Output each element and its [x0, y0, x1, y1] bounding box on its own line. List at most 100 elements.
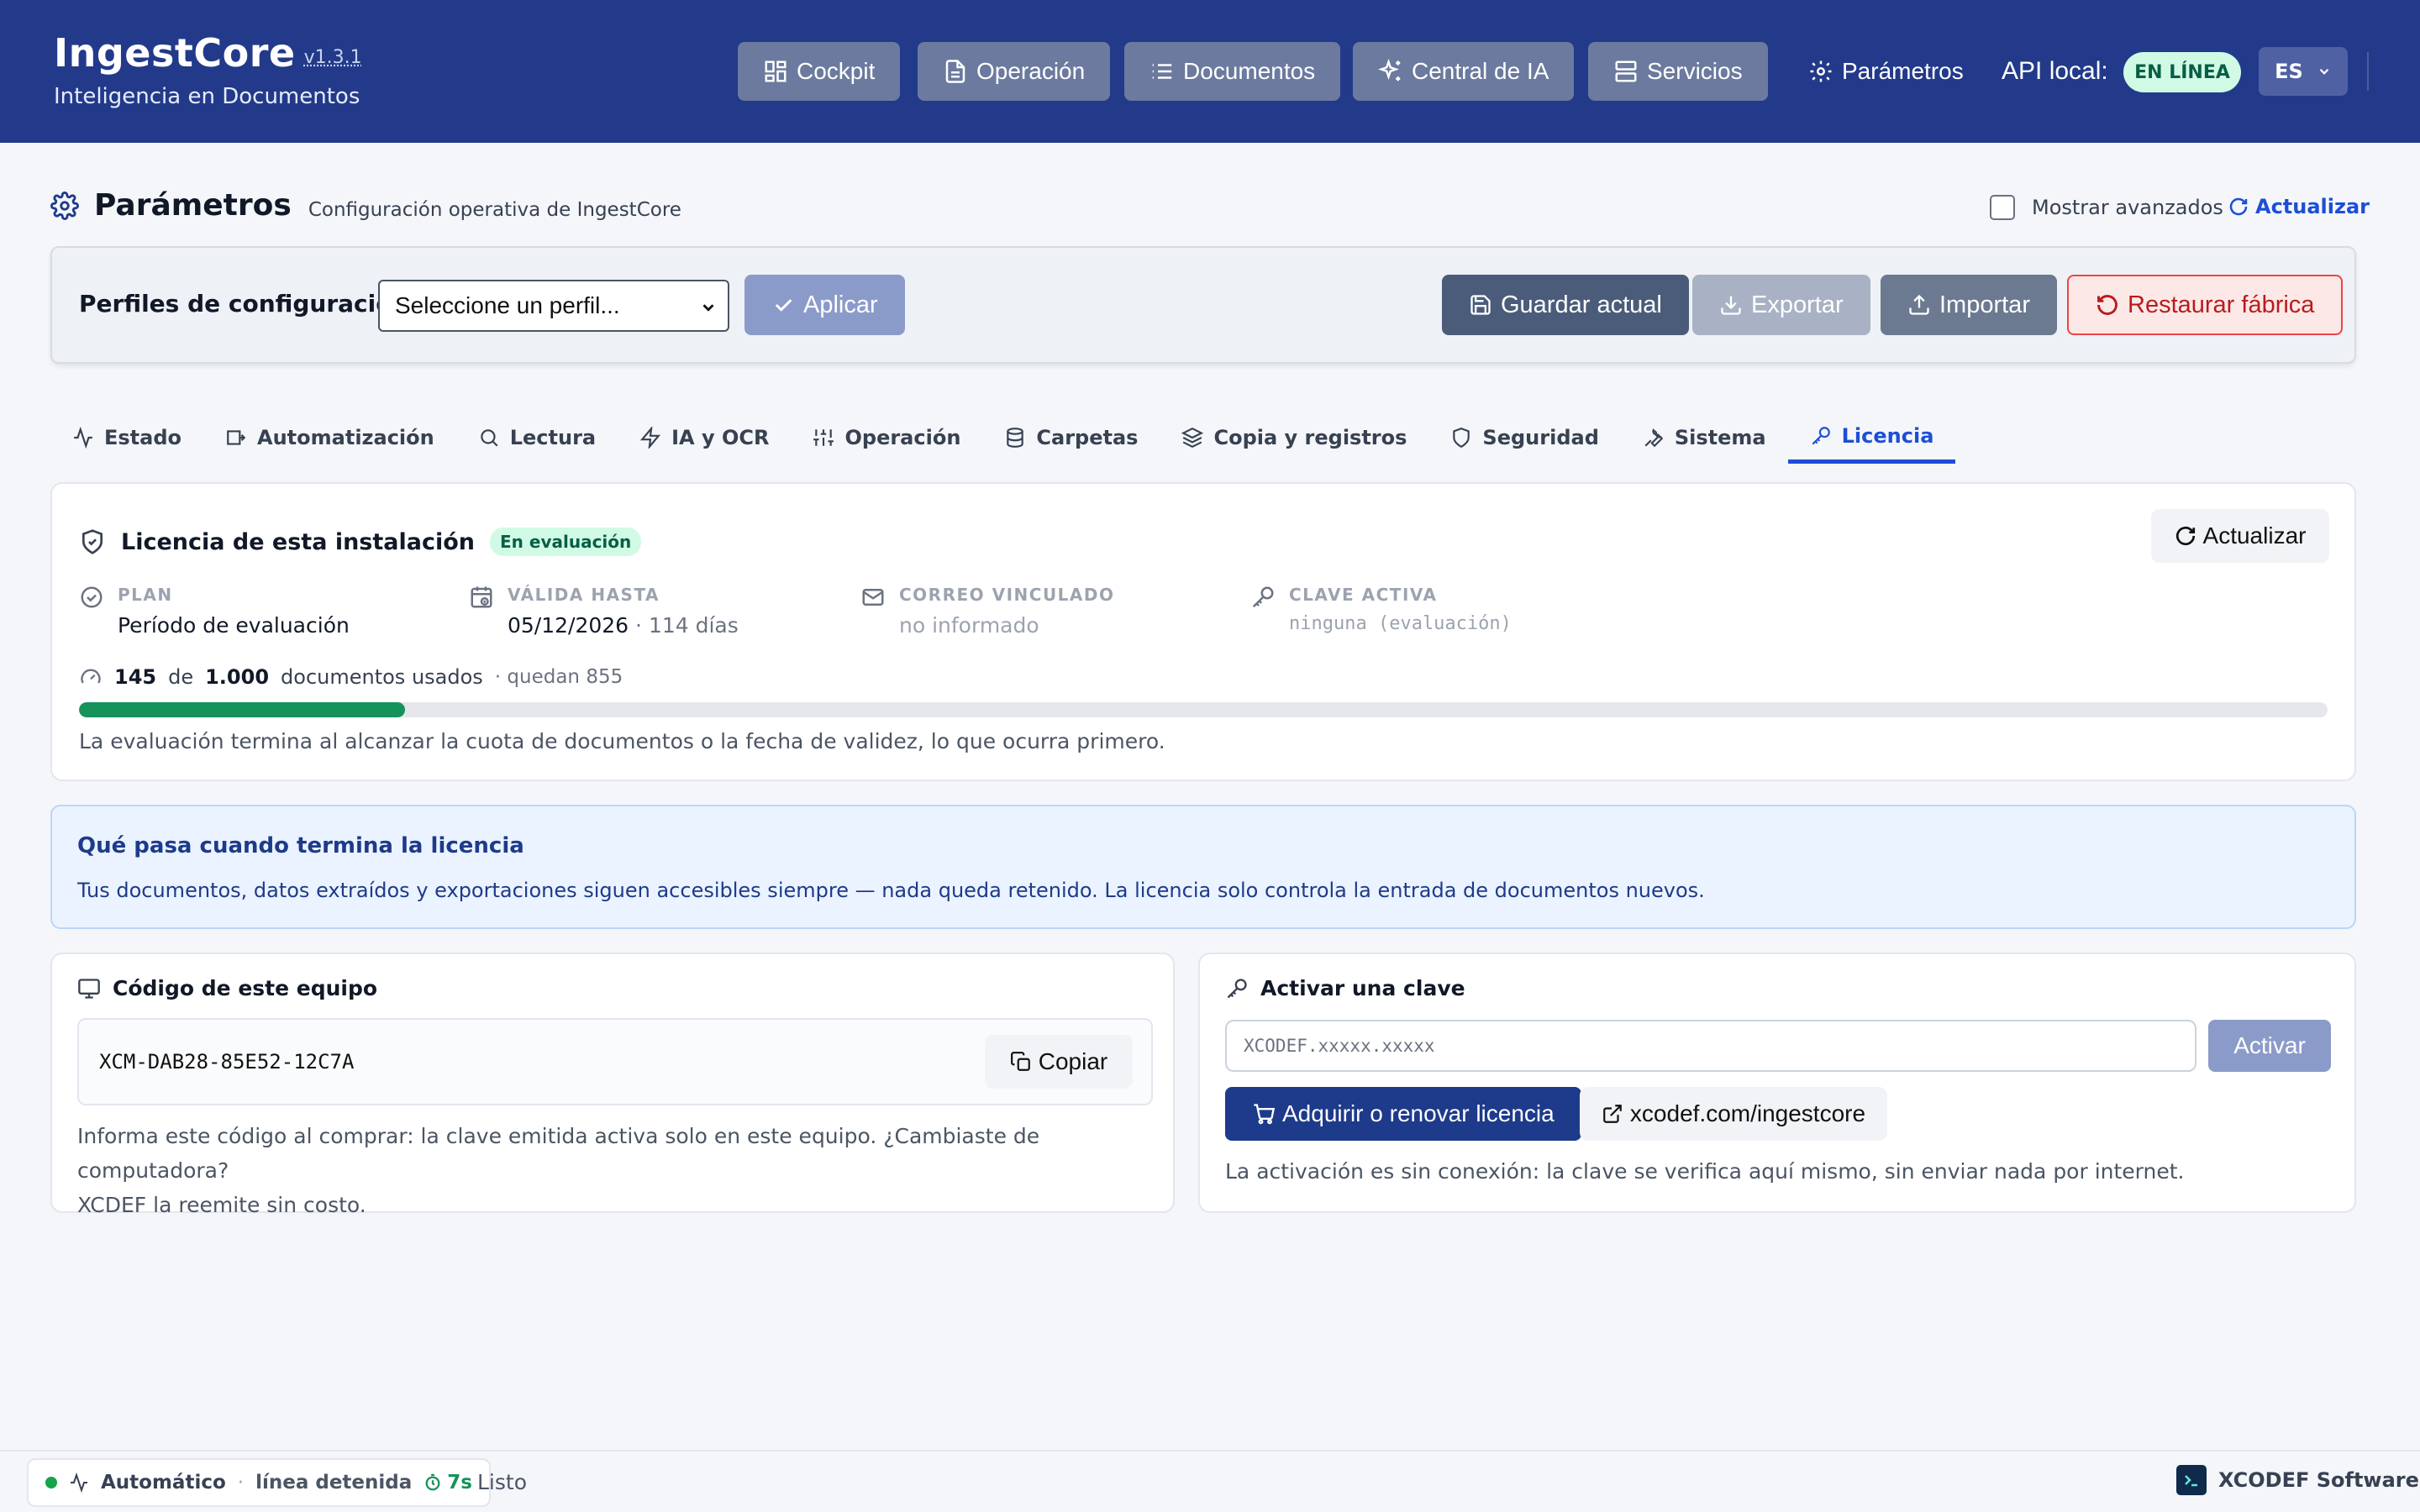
profiles-card: Perfiles de configuración: Seleccione un… [50, 246, 2356, 364]
buy-license-label: Adquirir o renovar licencia [1282, 1100, 1555, 1126]
usage-used: 145 [114, 665, 157, 689]
tab-label: Estado [104, 426, 182, 449]
refresh-label: Actualizar [2255, 195, 2370, 218]
nav-operacion-button[interactable]: Operación [918, 42, 1111, 101]
machine-code-note: Informa este código al comprar: la clave… [77, 1119, 1173, 1222]
copy-code-button[interactable]: Copiar [985, 1035, 1133, 1089]
license-end-text: Tus documentos, datos extraídos y export… [77, 879, 1705, 902]
apply-profile-button[interactable]: Aplicar [744, 275, 905, 335]
company-brand: XCODEF Software [2176, 1465, 2419, 1495]
check-circle-icon [79, 585, 104, 638]
save-current-label: Guardar actual [1501, 291, 1662, 318]
api-status-badge: EN LÍNEA [2123, 52, 2241, 92]
export-label: Exportar [1751, 291, 1844, 318]
license-refresh-button[interactable]: Actualizar [2151, 509, 2329, 563]
top-navbar: IngestCore v1.3.1 Inteligencia en Documen… [0, 0, 2420, 143]
activate-button[interactable]: Activar [2208, 1020, 2331, 1072]
tab-label: Automatización [257, 426, 434, 449]
show-advanced-checkbox[interactable] [1990, 195, 2015, 220]
factory-reset-button[interactable]: Restaurar fábrica [2067, 275, 2344, 335]
monitor-icon [77, 977, 101, 1000]
refresh-icon [2228, 197, 2249, 217]
tab-estado[interactable]: Estado [50, 412, 203, 464]
profile-select[interactable]: Seleccione un perfil... [378, 280, 729, 332]
bolt-icon [639, 427, 661, 449]
buy-license-button[interactable]: Adquirir o renovar licencia [1225, 1087, 1581, 1141]
usage-row: 145 de 1.000 documentos usados · quedan … [79, 665, 623, 689]
tab-licencia[interactable]: Licencia [1787, 412, 1956, 464]
nav-cockpit-button[interactable]: Cockpit [738, 42, 901, 101]
key-icon [1250, 585, 1276, 634]
header-divider [2367, 52, 2369, 91]
nav-label: Operación [976, 58, 1086, 84]
nav-documentos-button[interactable]: Documentos [1124, 42, 1341, 101]
tab-lectura[interactable]: Lectura [456, 412, 618, 464]
terminal-logo-icon [2176, 1465, 2207, 1495]
search-icon [478, 427, 500, 449]
download-icon [1719, 293, 1743, 317]
plan-label: PLAN [118, 585, 173, 605]
dashboard-icon [763, 59, 788, 84]
machine-code-title: Código de este equipo [113, 976, 378, 1000]
website-link-button[interactable]: xcodef.com/ingestcore [1580, 1087, 1887, 1141]
valid-until-info: VÁLIDA HASTA 05/12/2026 · 114 días [469, 585, 739, 638]
language-select[interactable]: ES [2259, 47, 2348, 96]
website-link-label: xcodef.com/ingestcore [1629, 1100, 1866, 1126]
plan-info: PLAN Período de evaluación [79, 585, 350, 638]
license-title: Licencia de esta instalación [121, 528, 476, 555]
save-current-button[interactable]: Guardar actual [1442, 275, 1689, 335]
import-label: Importar [1939, 291, 2030, 318]
database-icon [1004, 427, 1026, 449]
tab-label: Lectura [509, 426, 597, 449]
tab-ia-ocr[interactable]: IA y OCR [618, 412, 791, 464]
show-advanced-toggle[interactable]: Mostrar avanzados [1990, 195, 2223, 220]
machine-code-value[interactable]: XCM-DAB28-85E52-12C7A [99, 1050, 354, 1074]
timer-icon [424, 1473, 442, 1492]
api-label: API local: [2002, 57, 2108, 85]
reset-icon [2096, 293, 2119, 317]
shield-check-icon [79, 528, 106, 555]
activate-key-card: Activar una clave XCODEF.xxxxx.xxxxx Act… [1198, 953, 2356, 1213]
show-advanced-label: Mostrar avanzados [2032, 196, 2223, 219]
license-key-input[interactable]: XCODEF.xxxxx.xxxxx [1225, 1020, 2196, 1072]
machine-code-note-line2: XCDEF la reemite sin costo. [77, 1193, 366, 1217]
company-name: XCODEF Software [2218, 1468, 2419, 1492]
pipeline-status[interactable]: Automático · línea detenida 7s [27, 1458, 491, 1507]
import-button[interactable]: Importar [1881, 275, 2057, 335]
wrench-icon [1643, 427, 1665, 449]
activity-icon [69, 1473, 89, 1493]
app-version[interactable]: v1.3.1 [304, 47, 362, 68]
tab-label: Sistema [1674, 426, 1766, 449]
profile-select-value: Seleccione un perfil... [395, 292, 620, 318]
status-line: línea detenida [255, 1472, 413, 1494]
status-separator: · [237, 1472, 245, 1494]
tab-automatizacion[interactable]: Automatización [203, 412, 456, 464]
usage-of: de [168, 665, 194, 689]
nav-servicios-button[interactable]: Servicios [1588, 42, 1768, 101]
export-button[interactable]: Exportar [1692, 275, 1870, 335]
license-key-placeholder: XCODEF.xxxxx.xxxxx [1244, 1036, 1435, 1056]
refresh-link[interactable]: Actualizar [2228, 195, 2370, 218]
copy-label: Copiar [1038, 1048, 1108, 1074]
tab-label: Copia y registros [1213, 426, 1407, 449]
language-value: ES [2275, 60, 2303, 83]
tab-seguridad[interactable]: Seguridad [1428, 412, 1620, 464]
chevron-down-icon [2317, 64, 2332, 79]
nav-parametros-link[interactable]: Parámetros [1808, 42, 1964, 101]
plan-value: Período de evaluación [118, 613, 350, 638]
valid-date: 05/12/2026 [508, 613, 629, 638]
check-icon [771, 293, 795, 317]
tab-carpetas[interactable]: Carpetas [982, 412, 1160, 464]
gear-icon [50, 191, 79, 220]
email-label: CORREO VINCULADO [899, 585, 1115, 605]
nav-label: Cockpit [797, 58, 876, 84]
tab-copia-registros[interactable]: Copia y registros [1160, 412, 1428, 464]
tab-operacion[interactable]: Operación [791, 412, 982, 464]
activate-note: La activación es sin conexión: la clave … [1225, 1159, 2185, 1184]
nav-central-ia-button[interactable]: Central de IA [1353, 42, 1575, 101]
tab-sistema[interactable]: Sistema [1621, 412, 1788, 464]
machine-code-note-line1: Informa este código al comprar: la clave… [77, 1124, 1040, 1183]
factory-reset-label: Restaurar fábrica [2128, 291, 2315, 318]
brand: IngestCore v1.3.1 Inteligencia en Documen… [54, 30, 362, 109]
tab-label: IA y OCR [671, 426, 770, 449]
